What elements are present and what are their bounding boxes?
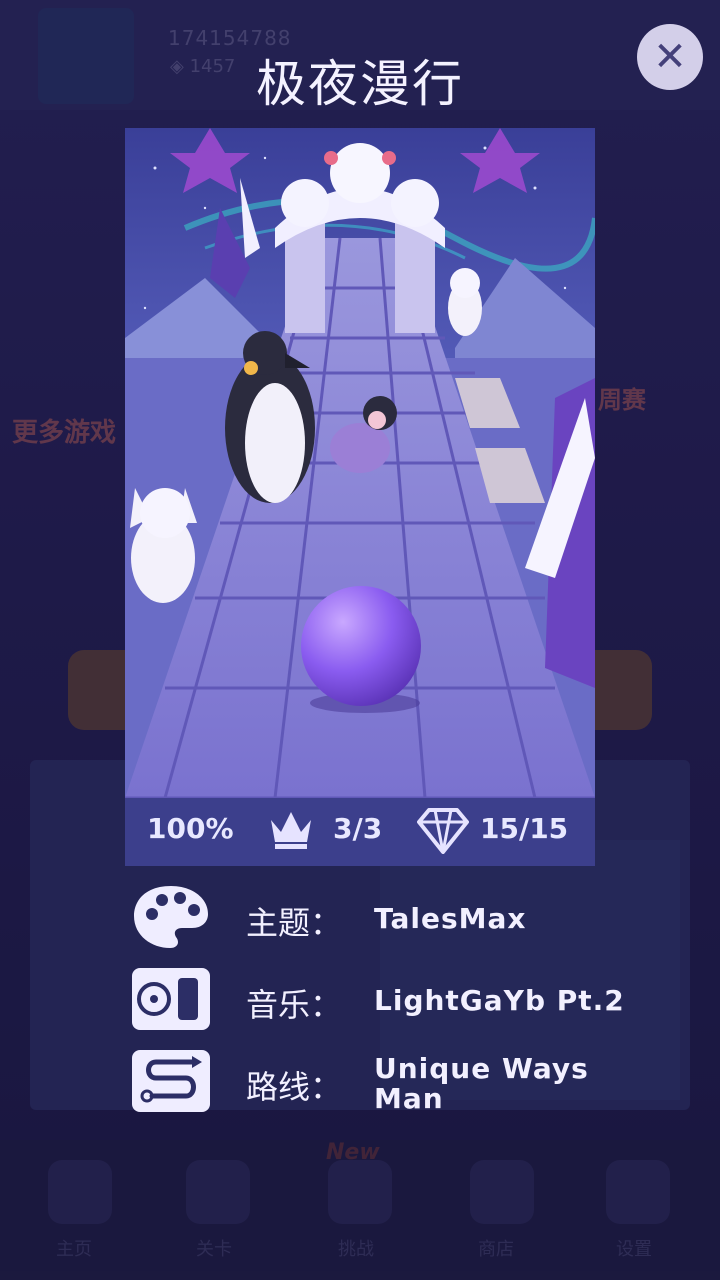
close-icon: ✕	[653, 34, 687, 80]
level-title: 极夜漫行	[256, 55, 464, 113]
close-button[interactable]: ✕	[637, 24, 703, 90]
gem-count-stat: 15/15	[480, 812, 569, 845]
crown-icon	[271, 812, 311, 849]
music-row: 音乐： LightGaYb Pt.2	[0, 966, 720, 1036]
crown-count: 3/3	[333, 812, 383, 845]
level-scene	[125, 128, 595, 798]
route-icon	[132, 1050, 210, 1112]
level-stats-bar: 100% 3/3 15/15	[125, 798, 595, 866]
diamond-icon	[417, 808, 469, 854]
theme-row: 主题： TalesMax	[0, 884, 720, 954]
music-player-icon	[132, 968, 210, 1030]
palette-icon	[134, 886, 208, 948]
theme-label: 主题：	[246, 904, 343, 942]
theme-value: TalesMax	[374, 902, 527, 935]
music-value: LightGaYb Pt.2	[374, 984, 625, 1017]
music-label: 音乐：	[246, 986, 343, 1024]
route-row: 路线： Unique Ways Man	[0, 1048, 720, 1118]
route-value: Unique Ways Man	[374, 1052, 589, 1115]
route-label: 路线：	[246, 1068, 343, 1106]
player-ball	[301, 586, 421, 706]
level-preview-image	[125, 128, 595, 798]
progress-percent: 100%	[147, 812, 234, 845]
